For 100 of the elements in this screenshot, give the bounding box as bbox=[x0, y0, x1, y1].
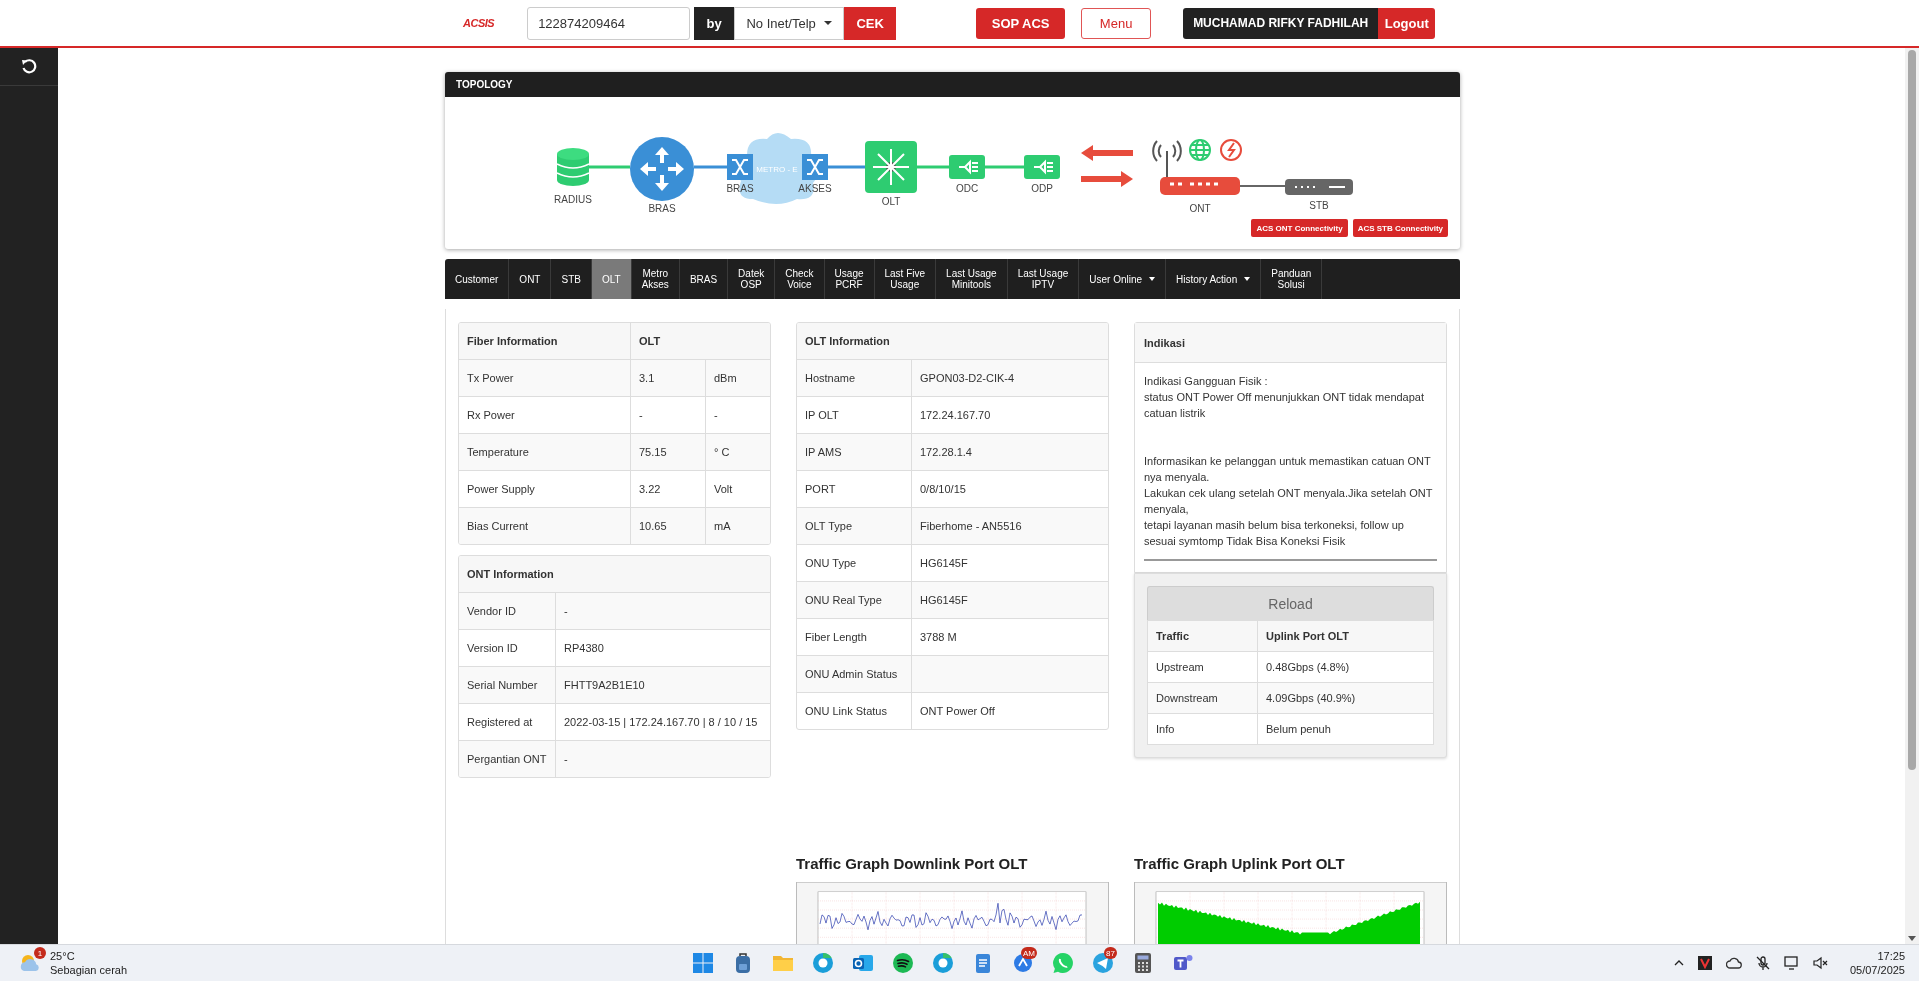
column-header: Fiber Information bbox=[459, 323, 631, 360]
power-off-icon bbox=[1220, 139, 1242, 161]
cloud-tray-icon[interactable] bbox=[1725, 956, 1742, 970]
undo-icon[interactable] bbox=[21, 58, 37, 75]
start-icon[interactable] bbox=[691, 951, 715, 975]
table-cell: dBm bbox=[705, 359, 770, 397]
nav-tab[interactable]: Usage PCRF bbox=[824, 259, 875, 299]
table-cell: HG6145F bbox=[911, 581, 1108, 619]
node-label: STB bbox=[1309, 200, 1329, 211]
switch-icon bbox=[727, 154, 753, 180]
table-cell: IP AMS bbox=[797, 433, 912, 471]
table-cell: 3.1 bbox=[630, 359, 706, 397]
acs-connectivity-button[interactable]: ACS ONT Connectivity bbox=[1251, 219, 1348, 237]
node-label: ODC bbox=[955, 183, 979, 194]
browser-icon[interactable] bbox=[931, 951, 955, 975]
node-label: BRAS bbox=[726, 183, 754, 194]
acs-connectivity-button[interactable]: ACS STB Connectivity bbox=[1352, 219, 1448, 237]
node-label: OLT bbox=[881, 196, 901, 207]
speaker-muted-icon[interactable] bbox=[1812, 956, 1829, 970]
card-title: Indikasi bbox=[1144, 336, 1185, 349]
globe-icon bbox=[1189, 139, 1211, 161]
menu-button[interactable]: Menu bbox=[1081, 7, 1152, 39]
node-label: METRO - E bbox=[756, 165, 798, 174]
nav-tab[interactable]: Last Five Usage bbox=[874, 259, 937, 299]
connector-line bbox=[917, 165, 949, 169]
table-title: OLT Information bbox=[797, 323, 1108, 360]
nav-tab[interactable]: BRAS bbox=[679, 259, 729, 299]
nav-tab[interactable]: STB bbox=[551, 259, 592, 299]
nav-tab[interactable]: Customer bbox=[445, 259, 510, 299]
logout-button[interactable]: Logout bbox=[1378, 7, 1436, 39]
microphone-muted-icon[interactable] bbox=[1754, 955, 1771, 971]
table-cell: Pergantian ONT bbox=[459, 740, 556, 777]
scroll-down-icon[interactable] bbox=[1908, 936, 1916, 941]
table-cell: OLT Type bbox=[797, 507, 912, 545]
check-button[interactable]: CEK bbox=[844, 6, 897, 40]
send-icon[interactable] bbox=[1091, 951, 1115, 975]
clock-time[interactable]: 17:25 bbox=[1877, 949, 1905, 963]
table-cell: ONU Real Type bbox=[797, 581, 912, 619]
table-cell: Info bbox=[1148, 713, 1258, 744]
table-cell: 10.65 bbox=[630, 507, 706, 544]
nav-tab[interactable]: ONT bbox=[509, 259, 552, 299]
splitter-icon bbox=[1024, 155, 1060, 179]
nav-tab[interactable]: Last Usage IPTV bbox=[1007, 259, 1080, 299]
browser-icon[interactable] bbox=[811, 951, 835, 975]
router-icon bbox=[630, 137, 694, 201]
table-cell: 0.48Gbps (4.8%) bbox=[1257, 651, 1433, 683]
connector-line bbox=[828, 165, 865, 169]
node-label: ODP bbox=[1031, 183, 1053, 194]
column-header: Uplink Port OLT bbox=[1257, 621, 1433, 652]
weather-condition: Sebagian cerah bbox=[50, 963, 128, 977]
scrollbar-thumb[interactable] bbox=[1908, 50, 1916, 770]
node-label: AKSES bbox=[798, 183, 832, 194]
nav-tab[interactable]: Panduan Solusi bbox=[1261, 259, 1323, 299]
column-header: Traffic bbox=[1148, 621, 1258, 652]
switch-icon bbox=[802, 154, 828, 180]
nav-tab[interactable]: OLT bbox=[591, 259, 632, 299]
table-cell: Serial Number bbox=[459, 666, 556, 704]
monitor-icon[interactable] bbox=[1783, 956, 1800, 970]
table-cell: Fiberhome - AN5516 bbox=[911, 507, 1108, 545]
notification-badge: AM bbox=[1021, 947, 1037, 959]
hub-icon bbox=[865, 141, 917, 193]
node-label: ONT bbox=[1189, 203, 1211, 214]
search-field[interactable]: 122874209464 bbox=[527, 6, 691, 40]
nav-tab[interactable]: Check Voice bbox=[775, 259, 825, 299]
reload-button[interactable]: Reload bbox=[1147, 586, 1434, 620]
table-title: ONT Information bbox=[459, 556, 770, 593]
node-label: BRAS bbox=[648, 203, 676, 214]
nav-tab[interactable]: Metro Akses bbox=[631, 259, 680, 299]
table-cell: ONU Admin Status bbox=[797, 655, 912, 693]
tray-app-icon[interactable] bbox=[1696, 955, 1713, 971]
table-cell: FHTT9A2B1E10 bbox=[555, 666, 770, 704]
nav-tab[interactable]: History Action bbox=[1166, 259, 1262, 299]
node-label: RADIUS bbox=[554, 194, 592, 205]
graph-title: Traffic Graph Downlink Port OLT bbox=[796, 854, 1029, 872]
nav-tab[interactable]: Datek OSP bbox=[728, 259, 776, 299]
search-type-dropdown[interactable]: No Inet/Telp bbox=[734, 6, 845, 40]
table-cell: ONU Link Status bbox=[797, 692, 912, 729]
by-label: by bbox=[694, 6, 735, 40]
modem-icon bbox=[1160, 177, 1240, 195]
table-cell: 75.15 bbox=[630, 433, 706, 471]
table-cell: Hostname bbox=[797, 359, 912, 397]
app-circle-icon[interactable] bbox=[1011, 951, 1035, 975]
caret-icon bbox=[823, 21, 832, 25]
connector-line bbox=[985, 165, 1024, 169]
set-top-box-icon bbox=[1285, 179, 1353, 195]
nav-tab[interactable]: User Online bbox=[1079, 259, 1167, 299]
table-cell: ° C bbox=[705, 433, 770, 471]
site-logo[interactable]: ACSIS bbox=[463, 17, 495, 29]
music-icon[interactable] bbox=[891, 951, 915, 975]
notification-badge: 87 bbox=[1104, 947, 1117, 959]
sop-button[interactable]: SOP ACS bbox=[976, 7, 1066, 39]
user-name: MUCHAMAD RIFKY FADHILAH bbox=[1183, 7, 1379, 39]
card-title: TOPOLOGY bbox=[456, 79, 513, 90]
clock-date[interactable]: 05/07/2025 bbox=[1849, 963, 1905, 977]
nav-tab[interactable]: Last Usage Minitools bbox=[936, 259, 1008, 299]
table-cell: GPON03-D2-CIK-4 bbox=[911, 359, 1108, 397]
table-cell: Tx Power bbox=[459, 359, 631, 397]
table-cell: 4.09Gbps (40.9%) bbox=[1257, 682, 1433, 714]
chevron-up-icon[interactable] bbox=[1673, 960, 1684, 966]
splitter-icon bbox=[949, 155, 985, 179]
